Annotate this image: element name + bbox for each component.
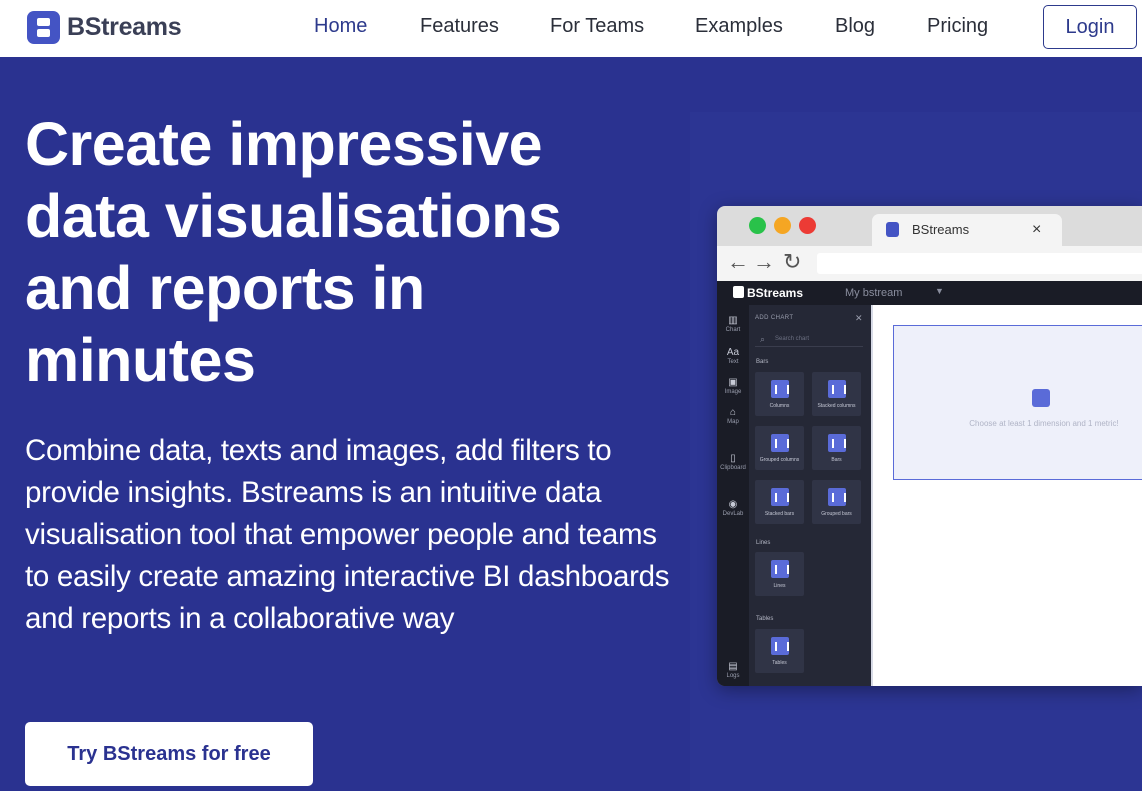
back-arrow-icon: ←: [727, 249, 749, 274]
section-label-bars: Bars: [756, 359, 769, 365]
rail-item-chart: ▥ Chart: [717, 315, 749, 333]
bars-chart-icon: [828, 434, 846, 452]
app-window: BStreams My bstream ▼ ▥ Chart Aa Text ▣ Ima…: [717, 281, 1142, 686]
tile-grouped-bars: Grouped bars: [812, 480, 861, 524]
window-dot-green: [749, 217, 766, 234]
stacked-columns-icon: [828, 380, 846, 398]
line-chart-icon: [771, 560, 789, 578]
chart-search-input: Search chart: [755, 331, 863, 347]
stacked-bars-icon: [771, 488, 789, 506]
rail-item-devlab: ◉ DevLab: [717, 499, 749, 517]
tile-label: Lines: [773, 583, 786, 589]
nav-link-blog[interactable]: Blog: [835, 15, 875, 38]
rail-item-label: DevLab: [722, 511, 744, 517]
browser-tab: BStreams ×: [872, 214, 1062, 246]
tile-tables: Tables: [755, 629, 804, 673]
app-side-rail: ▥ Chart Aa Text ▣ Image ⌂ Map ▯ Clipboard ◉ De…: [717, 305, 749, 686]
grouped-columns-icon: [771, 434, 789, 452]
nav-link-examples[interactable]: Examples: [695, 15, 783, 38]
tile-columns: Columns: [755, 372, 804, 416]
panel-title: ADD CHART: [755, 315, 794, 321]
reload-icon: ↻: [783, 249, 802, 274]
rail-item-image: ▣ Image: [717, 377, 749, 395]
app-logo-icon: [733, 286, 744, 298]
report-canvas: Choose at least 1 dimension and 1 metric…: [871, 305, 1142, 686]
nav-link-for-teams[interactable]: For Teams: [550, 15, 644, 38]
tab-title: BStreams: [912, 222, 970, 237]
tab-favicon-icon: [886, 222, 899, 237]
logs-icon: ▤: [728, 661, 738, 672]
tile-bars: Bars: [812, 426, 861, 470]
rail-item-text: Aa Text: [717, 347, 749, 365]
hero-title: Create impressive data visualisations an…: [25, 110, 562, 394]
rail-item-label: Text: [727, 359, 739, 365]
chart-icon: [1032, 389, 1050, 407]
text-icon: Aa: [726, 347, 740, 358]
tile-label: Columns: [769, 403, 790, 409]
app-header: BStreams My bstream ▼: [717, 281, 1142, 305]
placeholder-hint: Choose at least 1 dimension and 1 metric…: [969, 419, 1119, 428]
rail-item-logs: ▤ Logs: [717, 661, 749, 679]
tile-stacked-columns: Stacked columns: [812, 372, 861, 416]
chevron-down-icon: ▼: [935, 286, 944, 296]
brand-name: BStreams: [67, 12, 182, 41]
top-navbar: BStreams Home Features For Teams Example…: [0, 0, 1142, 57]
app-brand: BStreams: [733, 286, 803, 300]
add-chart-panel: ADD CHART ✕ Search chart Bars Columns St…: [749, 305, 871, 686]
map-icon: ⌂: [729, 407, 737, 418]
tile-label: Stacked bars: [764, 511, 795, 517]
rail-item-label: Chart: [725, 327, 741, 333]
clipboard-icon: ▯: [730, 453, 736, 464]
forward-arrow-icon: →: [753, 249, 775, 274]
address-bar: [817, 253, 1142, 274]
tile-lines: Lines: [755, 552, 804, 596]
nav-link-home[interactable]: Home: [314, 15, 367, 38]
rail-item-map: ⌂ Map: [717, 407, 749, 425]
tile-label: Grouped columns: [759, 457, 800, 463]
tile-grouped-columns: Grouped columns: [755, 426, 804, 470]
lightbulb-icon: ◉: [728, 499, 738, 510]
product-preview: BStreams × ← → ↻ BStreams My bstream ▼ ▥…: [717, 206, 1142, 686]
section-label-tables: Tables: [756, 616, 774, 622]
rail-item-label: Image: [724, 389, 742, 395]
table-icon: [771, 637, 789, 655]
tile-label: Grouped bars: [821, 511, 852, 517]
window-dot-orange: [774, 217, 791, 234]
rail-item-label: Clipboard: [720, 465, 746, 471]
logo-icon: [27, 10, 60, 44]
close-icon: ×: [1032, 221, 1042, 238]
window-dot-red: [799, 217, 816, 234]
tile-label: Bars: [831, 457, 842, 463]
hero-description: Combine data, texts and images, add filt…: [25, 434, 670, 635]
brand-logo[interactable]: BStreams: [27, 10, 182, 44]
bar-chart-icon: ▥: [728, 315, 738, 326]
stream-name: My bstream: [845, 287, 903, 299]
rail-item-clipboard: ▯ Clipboard: [717, 453, 749, 471]
grouped-bars-icon: [828, 488, 846, 506]
tile-label: Stacked columns: [817, 403, 856, 409]
rail-item-label: Map: [727, 419, 739, 425]
app-brand-text: BStreams: [747, 286, 804, 300]
section-label-lines: Lines: [756, 540, 771, 546]
tile-stacked-bars: Stacked bars: [755, 480, 804, 524]
rail-item-label: Logs: [726, 673, 740, 679]
nav-link-features[interactable]: Features: [420, 15, 499, 38]
try-free-button[interactable]: Try BStreams for free: [25, 722, 313, 786]
image-icon: ▣: [728, 377, 738, 388]
columns-chart-icon: [771, 380, 789, 398]
browser-toolbar: ← → ↻: [717, 246, 1142, 281]
tile-label: Tables: [772, 660, 787, 666]
chart-placeholder: Choose at least 1 dimension and 1 metric…: [893, 325, 1142, 480]
nav-link-pricing[interactable]: Pricing: [927, 15, 988, 38]
login-button[interactable]: Login: [1043, 5, 1137, 49]
close-icon: ✕: [855, 313, 863, 323]
